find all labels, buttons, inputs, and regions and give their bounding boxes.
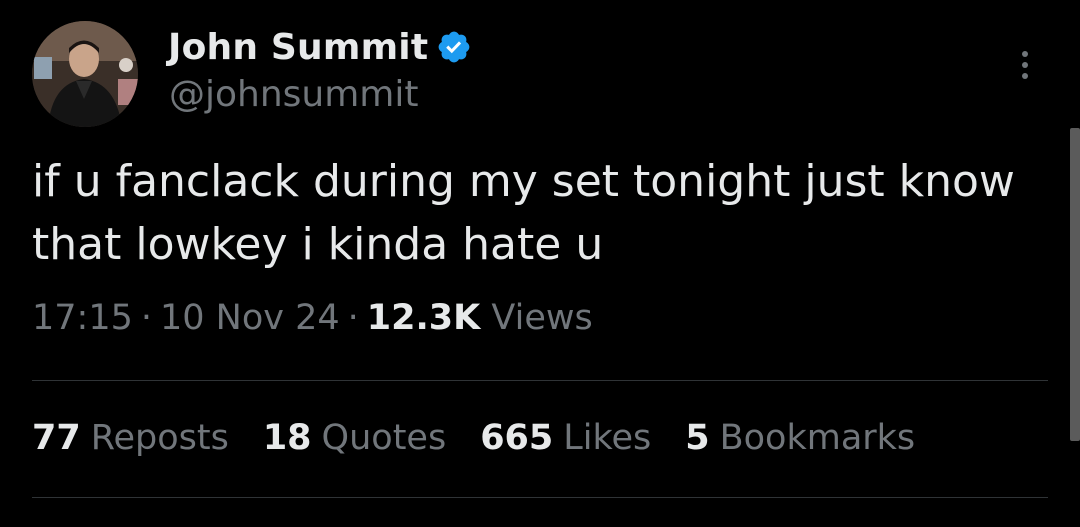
- author-handle[interactable]: @johnsummit: [169, 74, 419, 115]
- display-name[interactable]: John Summit: [168, 27, 428, 68]
- tweet-text-line: if u fanclack during my set tonight just…: [32, 156, 1015, 207]
- bookmarks-label: Bookmarks: [719, 418, 916, 458]
- reposts-count: 77: [32, 418, 81, 458]
- quotes-count: 18: [262, 418, 312, 458]
- likes-label: Likes: [563, 418, 652, 458]
- author-row: John Summit: [168, 24, 472, 70]
- tweet-text: if u fanclack during my set tonight just…: [32, 150, 1062, 276]
- reposts-stat[interactable]: 77 Reposts: [32, 418, 229, 458]
- scrollbar[interactable]: [1070, 128, 1080, 441]
- views-label: Views: [491, 298, 593, 338]
- quotes-label: Quotes: [321, 418, 447, 458]
- tweet-date[interactable]: 10 Nov 24: [160, 298, 340, 338]
- likes-stat[interactable]: 665 Likes: [480, 418, 651, 458]
- quotes-stat[interactable]: 18 Quotes: [263, 418, 446, 458]
- reposts-label: Reposts: [90, 418, 229, 458]
- tweet-meta: 17:15 · 10 Nov 24 · 12.3K Views: [32, 298, 593, 338]
- verified-badge-icon[interactable]: [436, 29, 472, 65]
- avatar-photo: [32, 21, 138, 127]
- meta-separator: ·: [140, 298, 153, 338]
- likes-count: 665: [480, 418, 554, 458]
- avatar[interactable]: [32, 21, 138, 127]
- divider: [32, 497, 1048, 498]
- engagement-stats: 77 Reposts 18 Quotes 665 Likes 5 Bookmarks: [32, 418, 949, 458]
- tweet-text-line: that lowkey i kinda hate u: [32, 219, 604, 270]
- bookmarks-stat[interactable]: 5 Bookmarks: [685, 418, 915, 458]
- meta-separator: ·: [347, 298, 359, 338]
- views-count: 12.3K: [366, 298, 481, 338]
- bookmarks-count: 5: [685, 418, 710, 458]
- tweet-time[interactable]: 17:15: [32, 298, 133, 338]
- more-vertical-icon[interactable]: [1013, 46, 1037, 86]
- divider: [32, 380, 1048, 381]
